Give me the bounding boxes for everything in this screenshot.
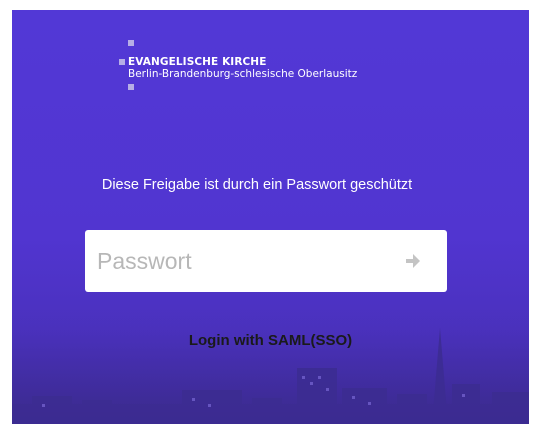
logo-title: EVANGELISCHE KIRCHE [128, 56, 267, 68]
saml-login-link[interactable]: Login with SAML(SSO) [12, 332, 529, 349]
password-form [85, 230, 447, 292]
city-skyline-background [12, 304, 529, 424]
login-page: EVANGELISCHE KIRCHE Berlin-Brandenburg-s… [12, 10, 529, 424]
logo-square [119, 59, 125, 65]
logo-subtitle: Berlin-Brandenburg-schlesische Oberlausi… [128, 68, 358, 80]
share-protected-message: Diese Freigabe ist durch ein Passwort ge… [101, 177, 413, 193]
logo-square [128, 84, 134, 90]
password-input[interactable] [85, 230, 385, 292]
submit-button[interactable] [401, 249, 425, 273]
logo-square [128, 40, 134, 46]
church-logo: EVANGELISCHE KIRCHE Berlin-Brandenburg-s… [116, 40, 436, 100]
arrow-right-icon [406, 254, 420, 268]
